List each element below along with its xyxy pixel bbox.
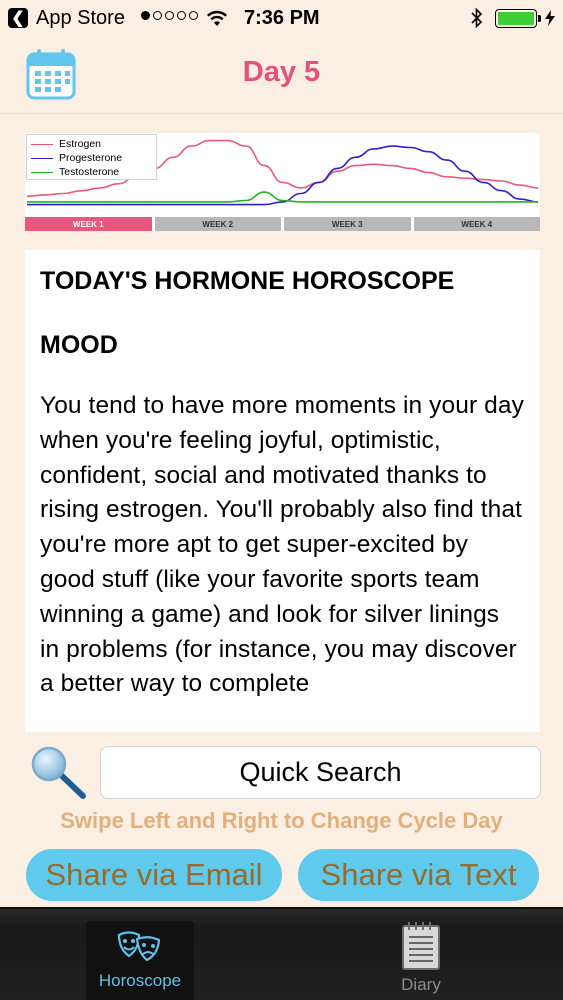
- tab-horoscope[interactable]: Horoscope: [86, 921, 194, 1000]
- legend-item-testosterone: Testosterone: [31, 165, 152, 179]
- tab-label: Horoscope: [98, 971, 182, 990]
- back-arrow-icon[interactable]: ❮: [8, 8, 28, 28]
- hormone-chart[interactable]: Estrogen Progesterone Testosterone WEEK …: [25, 133, 540, 231]
- horoscope-content[interactable]: TODAY'S HORMONE HOROSCOPE MOOD You tend …: [25, 250, 540, 732]
- nav-bar: Day 5: [0, 38, 563, 114]
- notepad-icon: [402, 922, 440, 970]
- legend-label: Progesterone: [59, 152, 123, 164]
- tab-diary[interactable]: Diary: [367, 921, 475, 1000]
- section-title: MOOD: [40, 331, 118, 359]
- battery-level: [498, 12, 534, 25]
- chart-legend: Estrogen Progesterone Testosterone: [26, 134, 157, 180]
- week-2-label[interactable]: WEEK 2: [154, 217, 281, 231]
- battery-tip: [538, 15, 541, 22]
- magnifying-glass-icon[interactable]: [28, 744, 90, 800]
- share-via-email-button[interactable]: Share via Email: [26, 849, 282, 901]
- share-via-text-button[interactable]: Share via Text: [298, 849, 539, 901]
- theater-masks-icon: [117, 931, 161, 962]
- tab-bar: Horoscope Diary: [0, 907, 563, 1000]
- charging-bolt-icon: [545, 10, 555, 26]
- series-line-testosterone: [27, 191, 538, 203]
- week-indicator: WEEK 1 WEEK 2 WEEK 3 WEEK 4: [25, 217, 540, 231]
- legend-label: Testosterone: [59, 166, 120, 178]
- legend-item-estrogen: Estrogen: [31, 137, 152, 151]
- legend-swatch: [31, 143, 53, 145]
- signal-dot: [141, 11, 150, 20]
- tab-label: Diary: [401, 975, 441, 994]
- legend-label: Estrogen: [59, 138, 102, 150]
- signal-dot: [177, 11, 186, 20]
- clock: 7:36 PM: [244, 7, 320, 29]
- legend-swatch: [31, 157, 53, 159]
- legend-item-progesterone: Progesterone: [31, 151, 152, 165]
- back-to-app-store-link[interactable]: App Store: [36, 7, 125, 30]
- page-title: Day 5: [242, 56, 321, 88]
- week-4-label[interactable]: WEEK 4: [413, 217, 540, 231]
- swipe-hint: Swipe Left and Right to Change Cycle Day: [60, 808, 503, 833]
- signal-dot: [153, 11, 162, 20]
- legend-swatch: [31, 171, 53, 173]
- week-1-label[interactable]: WEEK 1: [25, 217, 152, 231]
- wifi-icon: [207, 10, 227, 26]
- horoscope-heading: TODAY'S HORMONE HOROSCOPE: [40, 267, 455, 295]
- week-3-label[interactable]: WEEK 3: [284, 217, 411, 231]
- bluetooth-icon: [471, 7, 483, 29]
- signal-dot: [189, 11, 198, 20]
- signal-strength-icon: [141, 11, 198, 20]
- horoscope-body-text: You tend to have more moments in your da…: [40, 392, 524, 698]
- battery-icon: [495, 9, 537, 28]
- quick-search-button[interactable]: Quick Search: [100, 746, 541, 799]
- signal-dot: [165, 11, 174, 20]
- status-bar: ❮ App Store 7:36 PM: [0, 0, 563, 38]
